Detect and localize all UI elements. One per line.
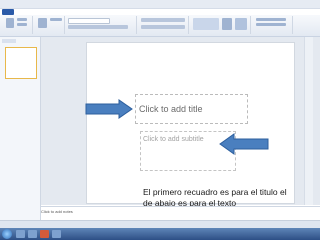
cut-icon[interactable]: [17, 18, 27, 21]
notes-placeholder: Click to add notes: [41, 209, 73, 214]
powerpoint-taskbar-icon[interactable]: [40, 230, 49, 238]
vertical-scrollbar[interactable]: [304, 37, 313, 205]
find-icon[interactable]: [256, 18, 286, 21]
browser-icon[interactable]: [28, 230, 37, 238]
subtitle-placeholder-text: Click to add subtitle: [143, 136, 204, 143]
arrange-icon[interactable]: [222, 18, 232, 30]
left-arrow-icon: [219, 133, 269, 155]
slides-tab[interactable]: [2, 39, 16, 43]
shapes-gallery-icon[interactable]: [193, 18, 219, 30]
powerpoint-window: Click to add title Click to add subtitle…: [0, 0, 320, 240]
layout-icon[interactable]: [50, 18, 62, 21]
quick-styles-icon[interactable]: [235, 18, 247, 30]
paste-icon[interactable]: [6, 18, 14, 28]
new-slide-icon[interactable]: [38, 18, 47, 28]
slide-thumbnail[interactable]: [5, 47, 37, 79]
copy-icon[interactable]: [17, 23, 27, 26]
notes-pane[interactable]: Click to add notes: [41, 206, 320, 221]
start-button[interactable]: [2, 229, 12, 239]
replace-icon[interactable]: [256, 23, 286, 26]
caption-line-1: El primero recuadro es para el titulo el: [143, 187, 287, 197]
title-placeholder-text: Click to add title: [139, 104, 203, 114]
media-icon[interactable]: [52, 230, 61, 238]
font-name-field[interactable]: [68, 18, 110, 24]
align-buttons[interactable]: [141, 25, 185, 29]
font-format-buttons[interactable]: [68, 25, 128, 29]
list-buttons[interactable]: [141, 18, 185, 22]
explorer-icon[interactable]: [16, 230, 25, 238]
title-bar: [0, 0, 320, 9]
right-arrow-icon: [85, 99, 133, 119]
title-placeholder[interactable]: Click to add title: [135, 94, 248, 124]
